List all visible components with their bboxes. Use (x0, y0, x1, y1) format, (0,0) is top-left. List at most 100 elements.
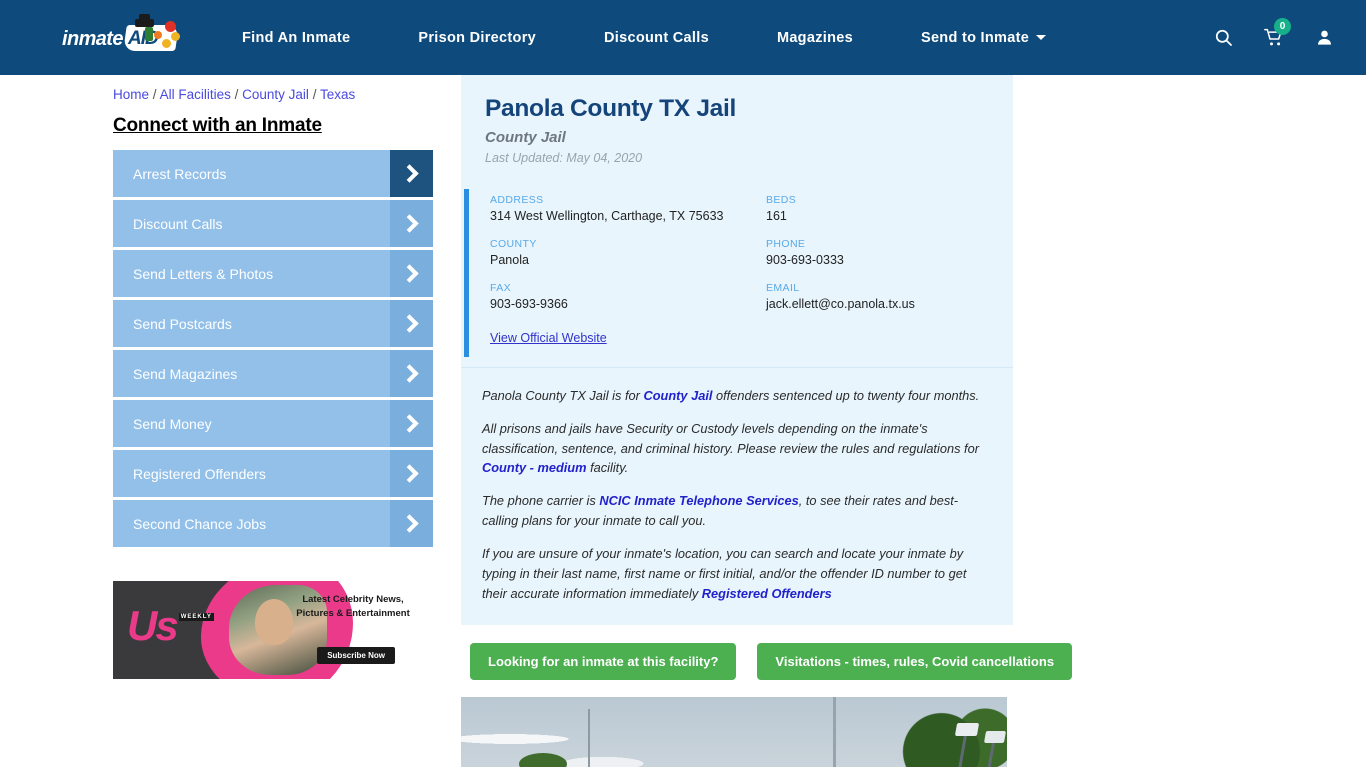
logo-mascot-hat-icon (135, 13, 154, 27)
sidebar-item-label: Send Letters & Photos (133, 265, 274, 282)
breadcrumb-item-all-facilities[interactable]: All Facilities (160, 87, 231, 102)
shopping-cart-icon[interactable]: 0 (1263, 17, 1291, 48)
logo-mascot-body (145, 26, 153, 41)
nav-item-magazines[interactable]: Magazines (743, 30, 887, 46)
chevron-right-icon (390, 200, 433, 247)
detail-address: ADDRESS 314 West Wellington, Carthage, T… (490, 194, 766, 223)
chevron-right-icon (390, 400, 433, 447)
ad-headline: Latest Celebrity News, Pictures & Entert… (296, 594, 410, 619)
logo-dot-red (165, 20, 176, 32)
chevron-right-icon (390, 450, 433, 497)
desc-text: offenders sentenced up to twenty four mo… (712, 388, 980, 403)
facility-street-view-photo (461, 697, 1007, 768)
detail-beds: BEDS 161 (766, 194, 1016, 223)
facility-type-label: County Jail (485, 129, 566, 146)
chevron-right-icon (390, 300, 433, 347)
sidebar-item-send-letters-photos[interactable]: Send Letters & Photos (113, 250, 433, 300)
nav-icon-group: 0 (1214, 17, 1350, 48)
detail-label: PHONE (766, 238, 806, 250)
photo-street-lamp-a (954, 723, 980, 737)
facility-info-panel: Panola County TX Jail County Jail Last U… (461, 75, 1013, 626)
logo-wordmark: inmate (62, 27, 123, 50)
sidebar-item-label: Send Postcards (133, 315, 232, 332)
detail-label: FAX (490, 282, 512, 294)
sidebar-item-send-magazines[interactable]: Send Magazines (113, 350, 433, 400)
logo-aid-text: AID (128, 27, 159, 49)
detail-value: 161 (766, 209, 787, 223)
desc-text: All prisons and jails have Security or C… (482, 420, 979, 456)
detail-county: COUNTY Panola (490, 238, 766, 267)
chevron-right-icon (390, 500, 433, 547)
detail-phone: PHONE 903-693-0333 (766, 238, 1016, 267)
breadcrumb-separator: / (234, 87, 239, 102)
nav-item-find-an-inmate[interactable]: Find An Inmate (208, 30, 384, 46)
sidebar-item-arrest-records[interactable]: Arrest Records (113, 150, 433, 200)
chevron-right-icon (390, 350, 433, 397)
sidebar-item-registered-offenders[interactable]: Registered Offenders (113, 450, 433, 500)
detail-label: EMAIL (766, 282, 800, 294)
desc-link-county-jail[interactable]: County Jail (643, 388, 712, 403)
breadcrumb: Home / All Facilities / County Jail / Te… (113, 75, 460, 102)
sidebar-item-label: Second Chance Jobs (133, 515, 267, 532)
user-account-icon[interactable] (1315, 28, 1334, 47)
ad-subscribe-button[interactable]: Subscribe Now (317, 647, 395, 664)
sidebar-item-label: Arrest Records (133, 165, 227, 182)
desc-link-county-medium[interactable]: County - medium (482, 460, 587, 475)
find-inmate-button[interactable]: Looking for an inmate at this facility? (470, 643, 737, 681)
ad-brand-suffix: WEEKLY (178, 613, 214, 621)
page-content: Home / All Facilities / County Jail / Te… (0, 75, 1366, 768)
desc-text: The phone carrier is (482, 493, 600, 509)
detail-label: BEDS (766, 194, 797, 206)
breadcrumb-item-texas[interactable]: Texas (320, 87, 355, 102)
site-logo[interactable]: inmate AID (62, 13, 182, 59)
facility-detail-grid: ADDRESS 314 West Wellington, Carthage, T… (469, 189, 1016, 357)
breadcrumb-separator: / (152, 87, 157, 102)
logo-dot-green (162, 38, 171, 48)
ad-brand-name: Us (127, 602, 179, 649)
nav-item-send-to-inmate[interactable]: Send to Inmate (887, 30, 1080, 46)
last-updated-text: Last Updated: May 04, 2020 (485, 151, 643, 165)
facility-details: ADDRESS 314 West Wellington, Carthage, T… (461, 189, 1013, 367)
sidebar-item-send-postcards[interactable]: Send Postcards (113, 300, 433, 350)
page-title: Panola County TX Jail (485, 95, 736, 122)
detail-value: jack.ellett@co.panola.tx.us (766, 297, 915, 311)
photo-tower-left (588, 709, 590, 768)
description-paragraph-4: If you are unsure of your inmate's locat… (482, 544, 989, 603)
visitations-button[interactable]: Visitations - times, rules, Covid cancel… (757, 643, 1073, 681)
top-navigation-bar: inmate AID Find An Inmate Prison Directo… (0, 0, 1366, 75)
desc-link-registered-offenders[interactable]: Registered Offenders (702, 586, 832, 601)
facility-details-left-column: ADDRESS 314 West Wellington, Carthage, T… (490, 194, 766, 357)
chevron-right-icon (390, 150, 433, 197)
description-paragraph-1: Panola County TX Jail is for County Jail… (482, 386, 989, 406)
logo-dot-yellow (171, 31, 180, 41)
nav-item-prison-directory[interactable]: Prison Directory (384, 30, 570, 46)
sidebar-item-label: Registered Offenders (133, 465, 266, 482)
photo-tower-right (833, 697, 836, 768)
view-official-website-link[interactable]: View Official Website (490, 331, 607, 345)
chevron-right-icon (390, 250, 433, 297)
main-content-column: Panola County TX Jail County Jail Last U… (461, 75, 1073, 768)
facility-header: Panola County TX Jail County Jail Last U… (461, 75, 1013, 175)
ad-brand-logo: Us WEEKLY (127, 605, 214, 647)
sidebar-heading: Connect with an Inmate (113, 115, 322, 136)
cart-count-badge: 0 (1274, 17, 1291, 35)
detail-value: 903-693-9366 (490, 297, 568, 311)
detail-label: COUNTY (490, 238, 537, 250)
breadcrumb-item-county-jail[interactable]: County Jail (242, 87, 309, 102)
search-icon[interactable] (1214, 28, 1233, 47)
sidebar-item-send-money[interactable]: Send Money (113, 400, 433, 450)
desc-link-ncic[interactable]: NCIC Inmate Telephone Services (599, 493, 798, 508)
desc-text: Panola County TX Jail is for (482, 388, 644, 403)
sidebar-item-label: Send Money (133, 415, 212, 432)
nav-item-discount-calls[interactable]: Discount Calls (570, 30, 743, 46)
sidebar-item-label: Send Magazines (133, 365, 238, 382)
detail-email: EMAIL jack.ellett@co.panola.tx.us (766, 282, 1016, 311)
breadcrumb-item-home[interactable]: Home (113, 87, 149, 102)
breadcrumb-separator: / (312, 87, 317, 102)
sidebar-item-second-chance-jobs[interactable]: Second Chance Jobs (113, 500, 433, 550)
advertisement-banner[interactable]: Us WEEKLY Latest Celebrity News, Pictures… (113, 581, 422, 679)
detail-value: 314 West Wellington, Carthage, TX 75633 (490, 209, 724, 223)
detail-value: Panola (490, 253, 529, 267)
sidebar-item-discount-calls[interactable]: Discount Calls (113, 200, 433, 250)
photo-shrub (519, 753, 567, 768)
